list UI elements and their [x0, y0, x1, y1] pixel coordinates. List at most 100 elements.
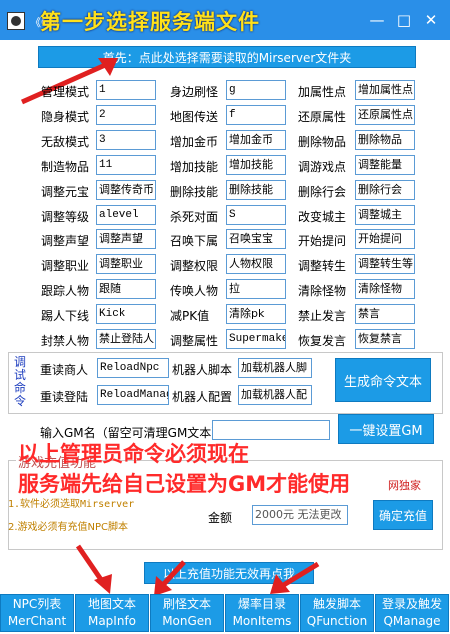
- command-label: 地图传送: [170, 110, 219, 124]
- command-input[interactable]: 删除物品: [355, 130, 415, 150]
- confirm-recharge-button[interactable]: 确定充值: [373, 500, 433, 530]
- command-input[interactable]: 调整职业: [96, 254, 156, 274]
- recharge-note-1: 1.软件必须选取Mirserver: [8, 499, 135, 510]
- tab-subtitle: QFunction: [306, 614, 368, 628]
- command-input[interactable]: 调整能量: [355, 155, 415, 175]
- command-label: 隐身模式: [41, 110, 90, 124]
- command-input[interactable]: 禁止登陆人: [96, 329, 156, 349]
- command-input[interactable]: f: [226, 105, 286, 125]
- close-icon[interactable]: ✕: [422, 11, 440, 29]
- red-arrow-icon: [264, 560, 324, 598]
- debug-group-label: 调试命令: [14, 355, 27, 408]
- command-label: 调整属性: [170, 334, 219, 348]
- command-input[interactable]: 人物权限: [226, 254, 286, 274]
- command-input[interactable]: 1: [96, 80, 156, 100]
- command-label: 调整职业: [41, 259, 90, 273]
- map-info-tab[interactable]: 地图文本 MapInfo: [75, 594, 149, 632]
- command-label: 恢复发言: [298, 334, 347, 348]
- command-input[interactable]: 清除怪物: [355, 279, 415, 299]
- command-label: 调整等级: [41, 210, 90, 224]
- command-input[interactable]: 开始提问: [355, 229, 415, 249]
- red-arrow-icon: [70, 540, 120, 596]
- command-input[interactable]: 删除行会: [355, 180, 415, 200]
- command-label: 调整转生: [298, 259, 347, 273]
- reload-login-input[interactable]: ReloadManage: [97, 385, 169, 405]
- tab-title: 刷怪文本: [162, 597, 211, 611]
- q-function-tab[interactable]: 触发脚本 QFunction: [300, 594, 374, 632]
- npc-list-tab[interactable]: NPC列表 MerChant: [0, 594, 74, 632]
- command-label: 调整元宝: [41, 185, 90, 199]
- command-input[interactable]: 删除技能: [226, 180, 286, 200]
- command-input[interactable]: 禁言: [355, 304, 415, 324]
- command-input[interactable]: g: [226, 80, 286, 100]
- reload-merchant-input[interactable]: ReloadNpc: [97, 358, 169, 378]
- command-input[interactable]: 调整声望: [96, 229, 156, 249]
- command-input[interactable]: 召唤宝宝: [226, 229, 286, 249]
- command-input[interactable]: 拉: [226, 279, 286, 299]
- red-arrow-icon: [150, 558, 190, 598]
- maximize-icon[interactable]: □: [395, 11, 413, 29]
- command-input[interactable]: 调整城主: [355, 205, 415, 225]
- command-input[interactable]: Kick: [96, 304, 156, 324]
- command-label: 召唤下属: [170, 234, 219, 248]
- tab-title: 触发脚本: [312, 597, 361, 611]
- robot-config-label: 机器人配置: [172, 390, 233, 404]
- command-input[interactable]: 恢复禁言: [355, 329, 415, 349]
- command-label: 调整权限: [170, 259, 219, 273]
- command-label: 传唤人物: [170, 284, 219, 298]
- command-input[interactable]: 跟随: [96, 279, 156, 299]
- mon-gen-tab[interactable]: 刷怪文本 MonGen: [150, 594, 224, 632]
- command-input[interactable]: 调整转生等: [355, 254, 415, 274]
- command-label: 减PK值: [170, 309, 210, 323]
- amount-input: 2000元 无法更改: [252, 505, 348, 525]
- command-label: 封禁人物: [41, 334, 90, 348]
- command-label: 增加金币: [170, 135, 219, 149]
- generate-command-text-button[interactable]: 生成命令文本: [335, 358, 431, 402]
- tab-title: NPC列表: [12, 597, 62, 611]
- tab-title: 爆率目录: [237, 597, 286, 611]
- one-click-set-gm-button[interactable]: 一键设置GM: [338, 414, 434, 444]
- tab-subtitle: MonGen: [162, 614, 212, 628]
- tab-title: 登录及触发: [381, 597, 442, 611]
- recharge-note-2: 2.游戏必须有充值NPC脚本: [8, 522, 129, 533]
- command-label: 开始提问: [298, 234, 347, 248]
- command-input[interactable]: 还原属性点: [355, 105, 415, 125]
- command-label: 调游戏点: [298, 160, 347, 174]
- command-input[interactable]: 清除pk: [226, 304, 286, 324]
- admin-notice-line-2: 服务端先给自己设置为GM才能使用: [18, 472, 351, 496]
- command-label: 加属性点: [298, 85, 347, 99]
- command-input[interactable]: alevel: [96, 205, 156, 225]
- q-manage-tab[interactable]: 登录及触发 QManage: [375, 594, 449, 632]
- command-input[interactable]: Supermake: [226, 329, 286, 349]
- command-label: 清除怪物: [298, 284, 347, 298]
- command-input[interactable]: 增加金币: [226, 130, 286, 150]
- reload-login-label: 重读登陆: [40, 390, 89, 404]
- command-input[interactable]: S: [226, 205, 286, 225]
- command-label: 跟踪人物: [41, 284, 90, 298]
- command-input[interactable]: 11: [96, 155, 156, 175]
- admin-notice-line-1: 以上管理员命令必须现在: [18, 442, 249, 466]
- command-label: 删除物品: [298, 135, 347, 149]
- tab-subtitle: MerChant: [7, 614, 67, 628]
- command-label: 调整声望: [41, 234, 90, 248]
- tab-subtitle: QManage: [383, 614, 441, 628]
- tab-subtitle: MonItems: [232, 614, 292, 628]
- gm-name-input[interactable]: [212, 420, 330, 440]
- app-logo-icon: [7, 12, 25, 30]
- command-input[interactable]: 3: [96, 130, 156, 150]
- command-input[interactable]: 调整传奇币: [96, 180, 156, 200]
- minimize-icon[interactable]: —: [368, 11, 386, 29]
- command-label: 禁止发言: [298, 309, 347, 323]
- command-label: 还原属性: [298, 110, 347, 124]
- command-input[interactable]: 增加技能: [226, 155, 286, 175]
- command-input[interactable]: 2: [96, 105, 156, 125]
- command-label: 踢人下线: [41, 309, 90, 323]
- mon-items-tab[interactable]: 爆率目录 MonItems: [225, 594, 299, 632]
- robot-config-input[interactable]: 加载机器人配: [238, 385, 312, 405]
- step-one-overlay-title: 第一步选择服务端文件: [40, 10, 260, 34]
- robot-script-input[interactable]: 加载机器人脚: [238, 358, 312, 378]
- exclusive-text: 网独家: [388, 479, 421, 492]
- command-input[interactable]: 增加属性点: [355, 80, 415, 100]
- command-label: 增加技能: [170, 160, 219, 174]
- robot-script-label: 机器人脚本: [172, 363, 233, 377]
